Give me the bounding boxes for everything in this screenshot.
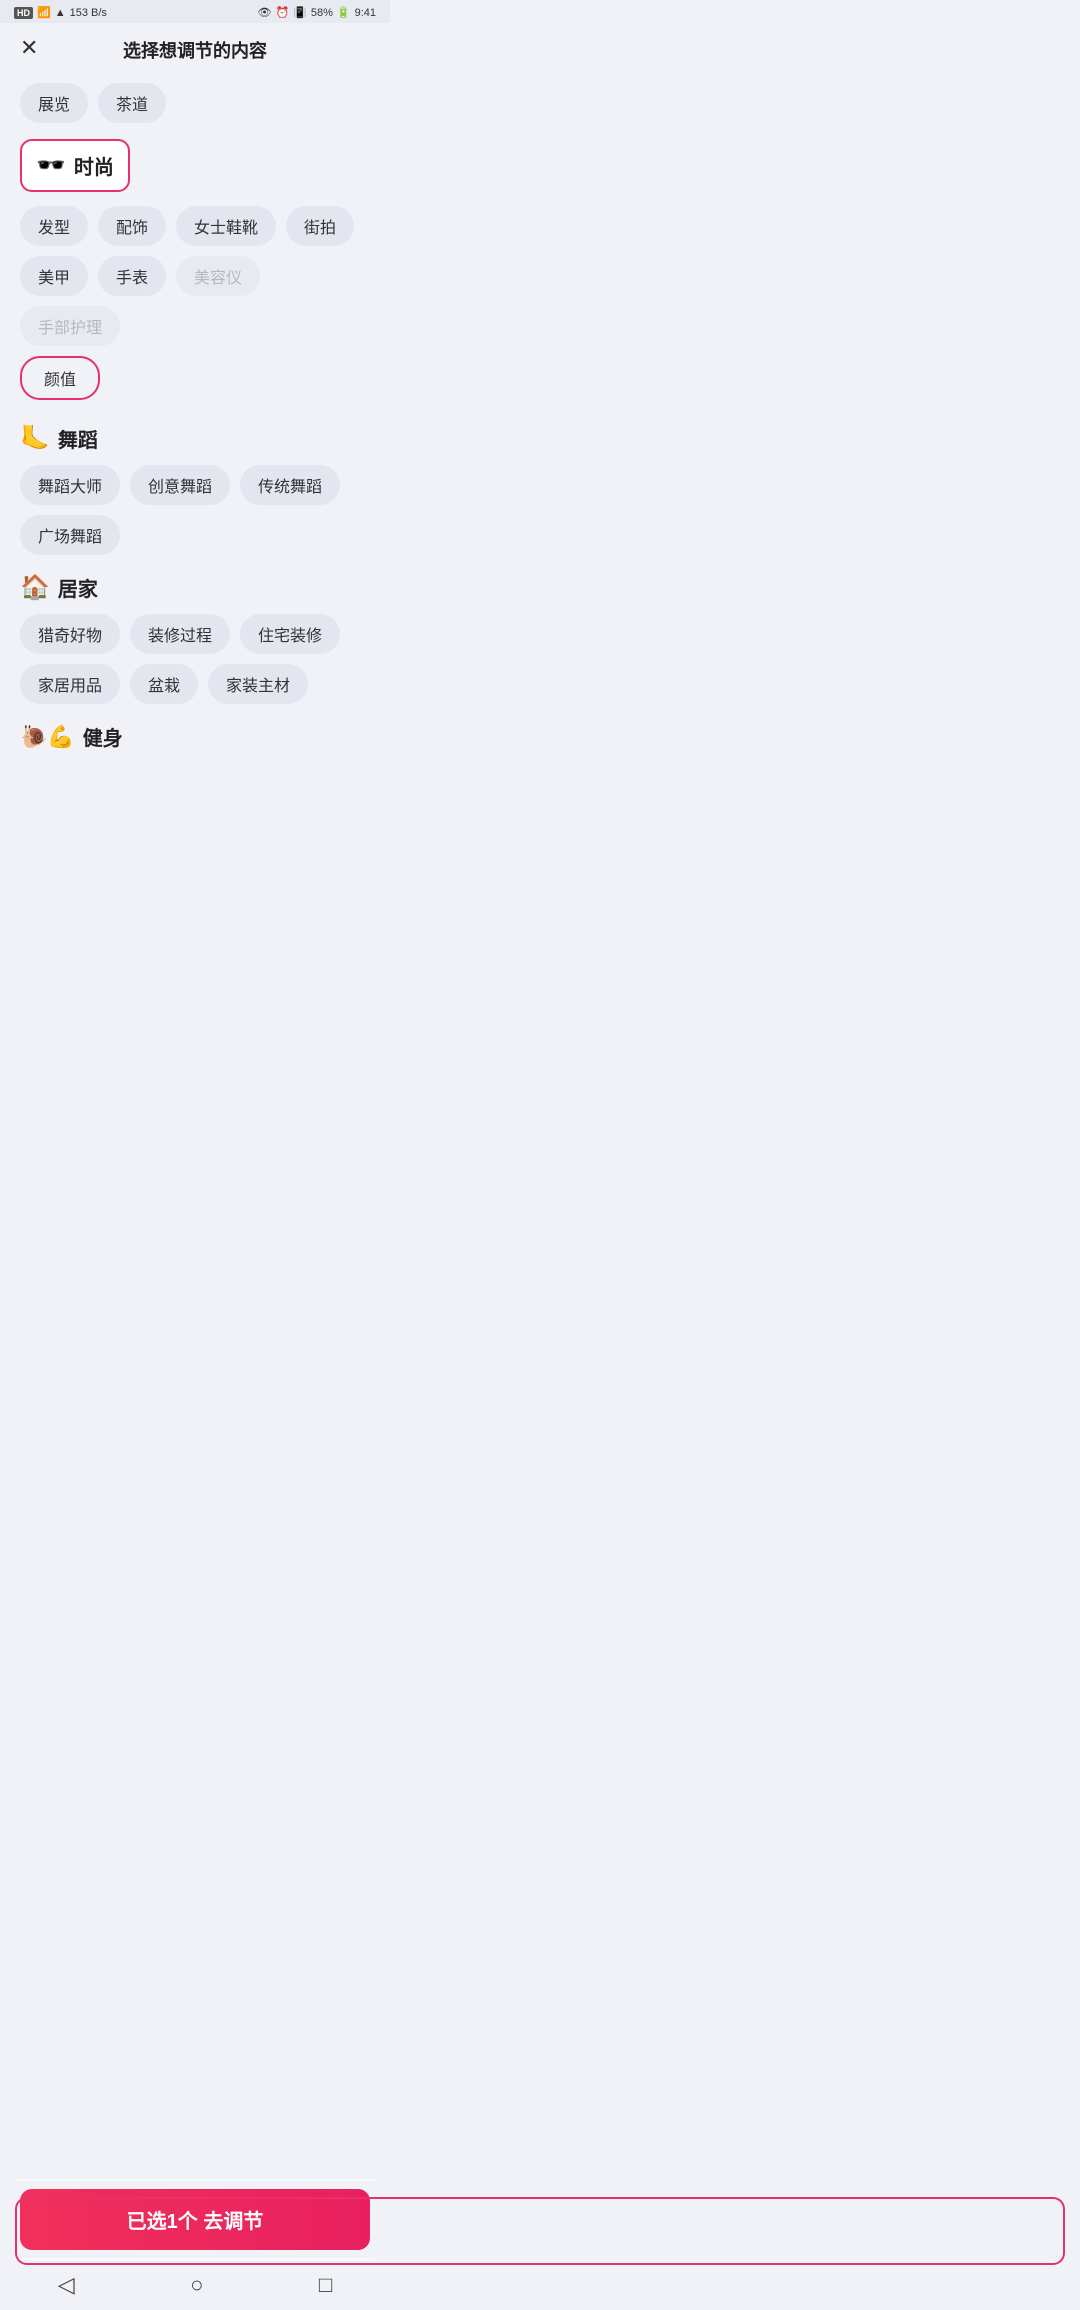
tag-zhuzhai[interactable]: 住宅装修 bbox=[240, 614, 340, 654]
yanzhi-label: 颜值 bbox=[44, 366, 76, 390]
content-area: 展览 茶道 🕶️ 时尚 发型 配饰 女士鞋靴 街拍 美甲 手表 美容仪 手部护理… bbox=[0, 73, 390, 869]
fashion-header-selected[interactable]: 🕶️ 时尚 bbox=[20, 139, 130, 192]
nav-back-button[interactable]: ◁ bbox=[58, 2272, 75, 2298]
home-icon: 🏠 bbox=[20, 573, 50, 602]
tag-meijia[interactable]: 美甲 bbox=[20, 256, 88, 296]
nav-recent-button[interactable]: □ bbox=[319, 2272, 332, 2298]
nav-home-button[interactable]: ○ bbox=[190, 2272, 203, 2298]
tag-yanzhi-selected[interactable]: 颜值 bbox=[20, 356, 100, 400]
home-tags-row1: 猎奇好物 装修过程 住宅装修 bbox=[20, 614, 370, 654]
tag-zhuangxiu[interactable]: 装修过程 bbox=[130, 614, 230, 654]
tag-jiepai[interactable]: 街拍 bbox=[286, 206, 354, 246]
category-dance: 🦶 舞蹈 舞蹈大师 创意舞蹈 传统舞蹈 广场舞蹈 bbox=[20, 424, 370, 555]
tag-shoubiao[interactable]: 手表 bbox=[98, 256, 166, 296]
tag-penzai[interactable]: 盆栽 bbox=[130, 664, 198, 704]
status-left: HD 📶 ▲ 153 B/s bbox=[14, 6, 107, 19]
wifi-icon: ▲ bbox=[55, 7, 66, 19]
tag-shouhu[interactable]: 手部护理 bbox=[20, 306, 120, 346]
fashion-label: 时尚 bbox=[74, 151, 114, 180]
hd-badge: HD bbox=[14, 7, 33, 19]
status-bar: HD 📶 ▲ 153 B/s 👁 ⏰ 📳 58% 🔋 9:41 bbox=[0, 0, 390, 23]
dance-tags-row1: 舞蹈大师 创意舞蹈 传统舞蹈 bbox=[20, 465, 370, 505]
home-label: 居家 bbox=[58, 573, 98, 602]
tag-chuangyiwudao[interactable]: 创意舞蹈 bbox=[130, 465, 230, 505]
tag-chadao[interactable]: 茶道 bbox=[98, 83, 166, 123]
close-button[interactable]: ✕ bbox=[20, 37, 38, 59]
tag-meirongyi[interactable]: 美容仪 bbox=[176, 256, 260, 296]
home-tags-row2: 家居用品 盆栽 家装主材 bbox=[20, 664, 370, 704]
tag-peishi[interactable]: 配饰 bbox=[98, 206, 166, 246]
fitness-icon: 🐌💪 bbox=[20, 724, 75, 750]
tag-jiajuyongpin[interactable]: 家居用品 bbox=[20, 664, 120, 704]
status-right: 👁 ⏰ 📳 58% 🔋 9:41 bbox=[257, 6, 376, 19]
alarm-icon: ⏰ bbox=[275, 6, 289, 19]
page-title: 选择想调节的内容 bbox=[123, 37, 267, 63]
page-header: ✕ 选择想调节的内容 bbox=[0, 23, 390, 73]
dance-icon: 🦶 bbox=[20, 424, 50, 453]
category-fashion: 🕶️ 时尚 发型 配饰 女士鞋靴 街拍 美甲 手表 美容仪 手部护理 颜值 bbox=[20, 139, 370, 406]
dance-label: 舞蹈 bbox=[58, 424, 98, 453]
fashion-tags-row1: 发型 配饰 女士鞋靴 街拍 bbox=[20, 206, 370, 246]
vibrate-icon: 📳 bbox=[293, 6, 307, 19]
tag-nvxie[interactable]: 女士鞋靴 bbox=[176, 206, 276, 246]
tag-chuantongwudao[interactable]: 传统舞蹈 bbox=[240, 465, 340, 505]
confirm-button[interactable]: 已选1个 去调节 bbox=[20, 2189, 370, 2250]
tag-lieqi[interactable]: 猎奇好物 bbox=[20, 614, 120, 654]
navigation-bar: ◁ ○ □ bbox=[0, 2260, 390, 2310]
bottom-action-bar: 已选1个 去调节 bbox=[0, 2179, 390, 2260]
speed-indicator: 153 B/s bbox=[70, 7, 107, 19]
fitness-label: 健身 bbox=[83, 722, 123, 751]
fashion-icon: 🕶️ bbox=[36, 151, 66, 180]
battery-icon: 🔋 bbox=[337, 6, 351, 19]
fitness-header[interactable]: 🐌💪 健身 bbox=[20, 722, 370, 751]
home-header[interactable]: 🏠 居家 bbox=[20, 573, 370, 602]
dance-tags-row2: 广场舞蹈 bbox=[20, 515, 370, 555]
clock: 9:41 bbox=[355, 7, 376, 19]
top-tags-row: 展览 茶道 bbox=[20, 83, 370, 123]
tag-wudaodashi[interactable]: 舞蹈大师 bbox=[20, 465, 120, 505]
battery-level: 58% bbox=[311, 7, 333, 19]
tag-jiazhuang[interactable]: 家装主材 bbox=[208, 664, 308, 704]
eye-icon: 👁 bbox=[257, 6, 271, 19]
tag-faxing[interactable]: 发型 bbox=[20, 206, 88, 246]
category-home: 🏠 居家 猎奇好物 装修过程 住宅装修 家居用品 盆栽 家装主材 bbox=[20, 573, 370, 704]
tag-guangchangwu[interactable]: 广场舞蹈 bbox=[20, 515, 120, 555]
tag-zhanlan[interactable]: 展览 bbox=[20, 83, 88, 123]
category-fitness: 🐌💪 健身 bbox=[20, 722, 370, 751]
dance-header[interactable]: 🦶 舞蹈 bbox=[20, 424, 370, 453]
signal-icon: 📶 bbox=[37, 6, 51, 19]
fashion-tags-row2: 美甲 手表 美容仪 手部护理 bbox=[20, 256, 370, 346]
